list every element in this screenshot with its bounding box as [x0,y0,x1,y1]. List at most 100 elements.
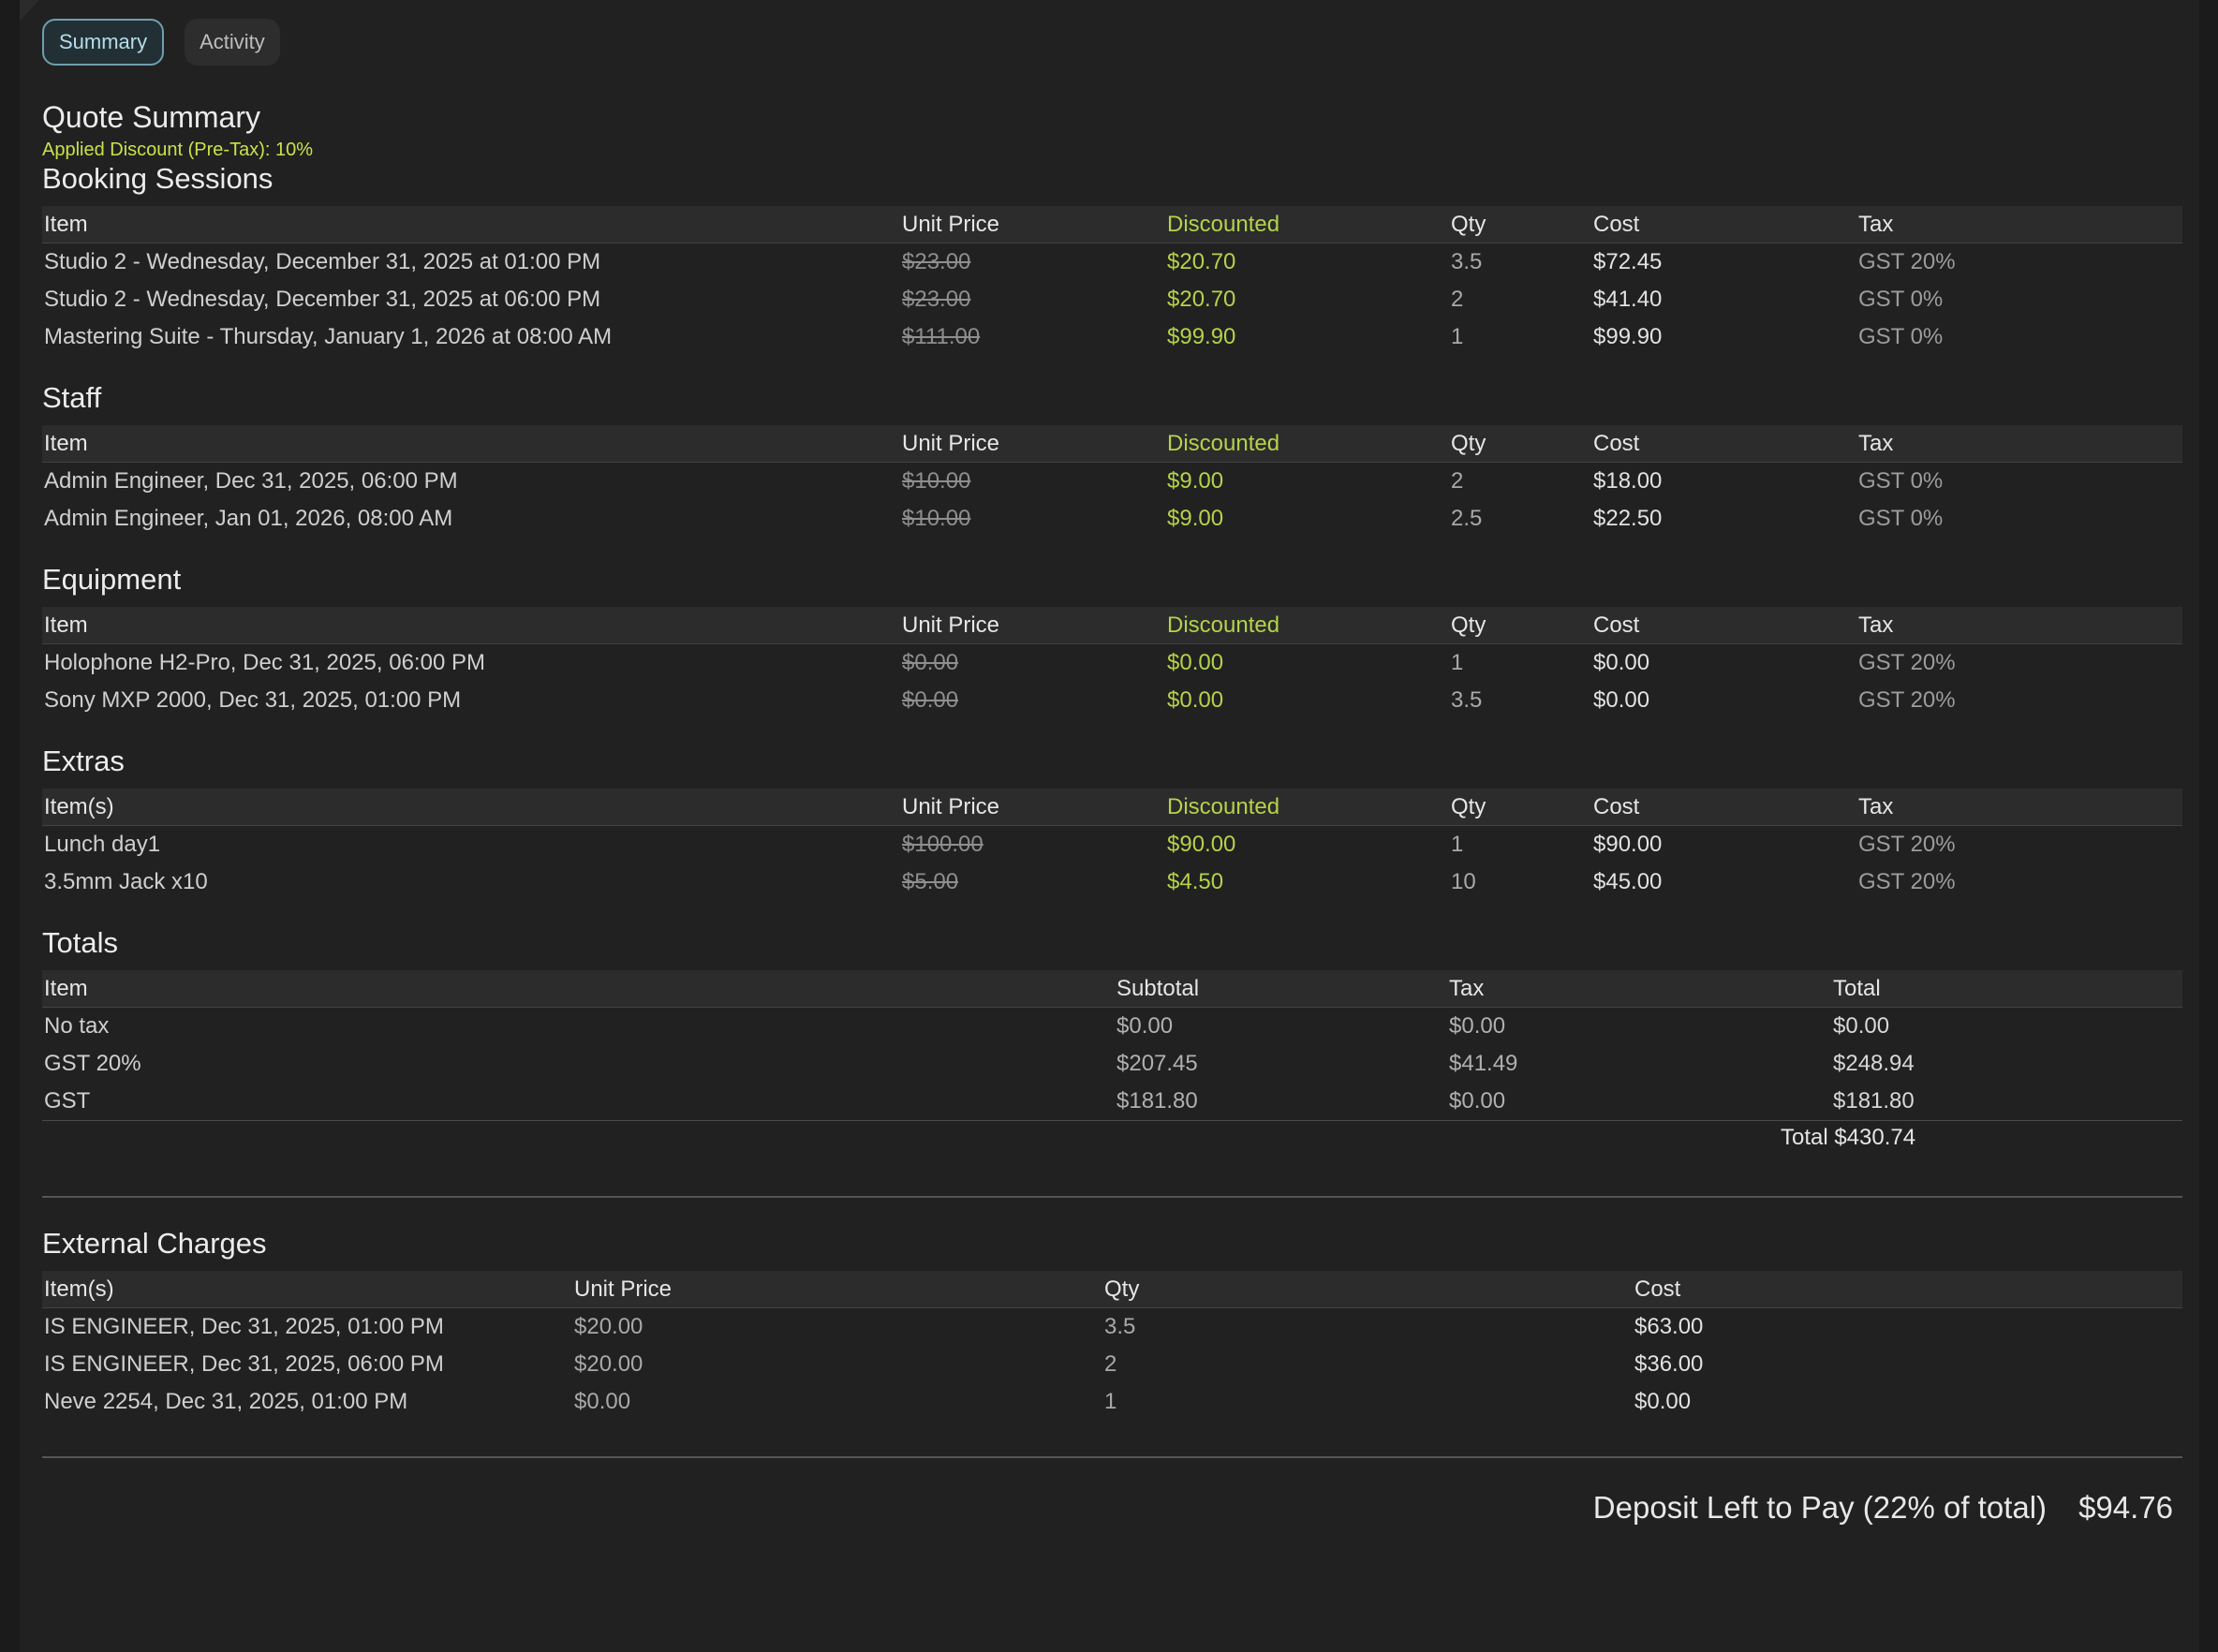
col-header-qty: Qty [1449,607,1591,644]
col-header: Unit Price [572,1271,1102,1308]
section-title: Equipment [42,563,182,596]
item-name: Mastering Suite - Thursday, January 1, 2… [44,324,613,349]
tax-category: GST 20% [44,1051,141,1076]
tab-summary[interactable]: Summary [42,19,165,66]
section-title: Staff [42,381,102,414]
quantity: 1 [1451,832,1464,857]
col-header: Item [42,970,1115,1008]
item-name: 3.5mm Jack x10 [44,869,208,894]
col-header-discounted: Discounted [1165,206,1449,243]
section-staff: Staff Item Unit Price Discounted Qty Cost Tax A… [42,380,2182,538]
unit-price: $5.00 [902,869,959,894]
line-items-table: Item Unit Price Discounted Qty Cost Tax Studio… [42,206,2182,356]
item-name: IS ENGINEER, Dec 31, 2025, 01:00 PM [44,1314,444,1339]
line-items-table: Item(s) Unit Price Discounted Qty Cost Tax Lun… [42,789,2182,901]
tax-category: No tax [44,1013,110,1039]
totals-section: Totals Item Subtotal Tax Total No tax $0.… [42,925,2182,1158]
col-header: Subtotal [1115,970,1447,1008]
row-total: $0.00 [1833,1013,1890,1039]
cost: $99.90 [1593,324,1663,349]
unit-price: $20.00 [574,1351,643,1377]
cost: $36.00 [1634,1351,1704,1377]
tax-amount: $41.49 [1449,1051,1518,1076]
quantity: 3.5 [1104,1314,1136,1339]
panel-content: Summary Activity Quote Summary Applied D… [42,17,2182,1526]
table-row: Mastering Suite - Thursday, January 1, 2… [42,318,2182,356]
cost: $0.00 [1593,687,1650,713]
subtotal: $207.45 [1116,1051,1198,1076]
subtotal: $0.00 [1116,1013,1174,1039]
unit-price: $0.00 [574,1389,631,1414]
deposit-label: Deposit Left to Pay (22% of total) [1592,1490,2048,1525]
line-items-table: Item Unit Price Discounted Qty Cost Tax Holoph… [42,607,2182,719]
tax-rate: GST 20% [1858,687,1956,713]
tax-rate: GST 20% [1858,869,1956,894]
table-row: Lunch day1 $100.00 $90.00 1 $90.00 GST 20% [42,826,2182,864]
unit-price: $0.00 [902,687,959,713]
table-row: Holophone H2-Pro, Dec 31, 2025, 06:00 PM… [42,644,2182,683]
quantity: 3.5 [1451,249,1483,274]
external-charges-table: Item(s) Unit Price Qty Cost IS ENGINEER,… [42,1271,2182,1421]
discounted-price: $9.00 [1167,468,1224,494]
tax-rate: GST 20% [1858,832,1956,857]
cost: $45.00 [1593,869,1663,894]
tax-amount: $0.00 [1449,1013,1506,1039]
discounted-price: $20.70 [1167,249,1236,274]
unit-price: $10.00 [902,468,971,494]
item-name: Admin Engineer, Jan 01, 2026, 08:00 AM [44,506,453,531]
col-header: Item(s) [42,1271,572,1308]
table-header-row: Item(s) Unit Price Qty Cost [42,1271,2182,1308]
external-charges-section: External Charges Item(s) Unit Price Qty … [42,1226,2182,1421]
tax-amount: $0.00 [1449,1088,1506,1114]
col-header-discounted: Discounted [1165,425,1449,463]
section-equipment: Equipment Item Unit Price Discounted Qty Cost… [42,562,2182,719]
section-extras: Extras Item(s) Unit Price Discounted Qty Cost… [42,744,2182,901]
quantity: 2 [1104,1351,1117,1377]
unit-price: $0.00 [902,650,959,675]
col-header: Tax [1447,970,1831,1008]
discounted-price: $9.00 [1167,506,1224,531]
discounted-price: $0.00 [1167,687,1224,713]
external-charges-title: External Charges [42,1227,267,1260]
unit-price: $100.00 [902,832,983,857]
col-header-tax: Tax [1856,607,2182,644]
item-sections: Booking Sessions Item Unit Price Discounted… [42,161,2182,925]
table-header-row: Item Unit Price Discounted Qty Cost Tax [42,425,2182,463]
panel-corner [20,0,39,21]
quantity: 1 [1104,1389,1117,1414]
discounted-price: $4.50 [1167,869,1224,894]
table-row: Admin Engineer, Dec 31, 2025, 06:00 PM $1… [42,463,2182,501]
section-booking-sessions: Booking Sessions Item Unit Price Discounted… [42,161,2182,356]
item-name: IS ENGINEER, Dec 31, 2025, 06:00 PM [44,1351,444,1377]
col-header-cost: Cost [1591,206,1856,243]
tax-rate: GST 0% [1858,287,1944,312]
grand-total-row: Total $430.74 [42,1120,2182,1158]
cost: $63.00 [1634,1314,1704,1339]
col-header-cost: Cost [1591,425,1856,463]
table-header-row: Item Unit Price Discounted Qty Cost Tax [42,607,2182,644]
quantity: 2 [1451,468,1464,494]
grand-total: Total $430.74 [1781,1125,1916,1150]
unit-price: $111.00 [902,324,981,349]
table-row: Sony MXP 2000, Dec 31, 2025, 01:00 PM $0.… [42,682,2182,719]
quantity: 1 [1451,650,1464,675]
quantity: 2 [1451,287,1464,312]
cost: $22.50 [1593,506,1663,531]
table-row: Studio 2 - Wednesday, December 31, 2025 … [42,281,2182,318]
table-row: GST 20% $207.45 $41.49 $248.94 [42,1045,2182,1083]
tax-rate: GST 20% [1858,249,1956,274]
cost: $0.00 [1593,650,1650,675]
table-header-row: Item Unit Price Discounted Qty Cost Tax [42,206,2182,243]
item-name: Sony MXP 2000, Dec 31, 2025, 01:00 PM [44,687,462,713]
col-header-item: Item [42,607,900,644]
table-row: Neve 2254, Dec 31, 2025, 01:00 PM $0.00 1 $… [42,1383,2182,1421]
item-name: Studio 2 - Wednesday, December 31, 2025 … [44,249,601,274]
table-row: 3.5mm Jack x10 $5.00 $4.50 10 $45.00 GST 20% [42,863,2182,901]
tax-rate: GST 0% [1858,506,1944,531]
row-total: $248.94 [1833,1051,1915,1076]
discounted-price: $90.00 [1167,832,1236,857]
col-header-item: Item(s) [42,789,900,826]
totals-table: Item Subtotal Tax Total No tax $0.00 $0.00… [42,970,2182,1120]
tab-activity[interactable]: Activity [185,19,280,66]
row-total: $181.80 [1833,1088,1915,1114]
